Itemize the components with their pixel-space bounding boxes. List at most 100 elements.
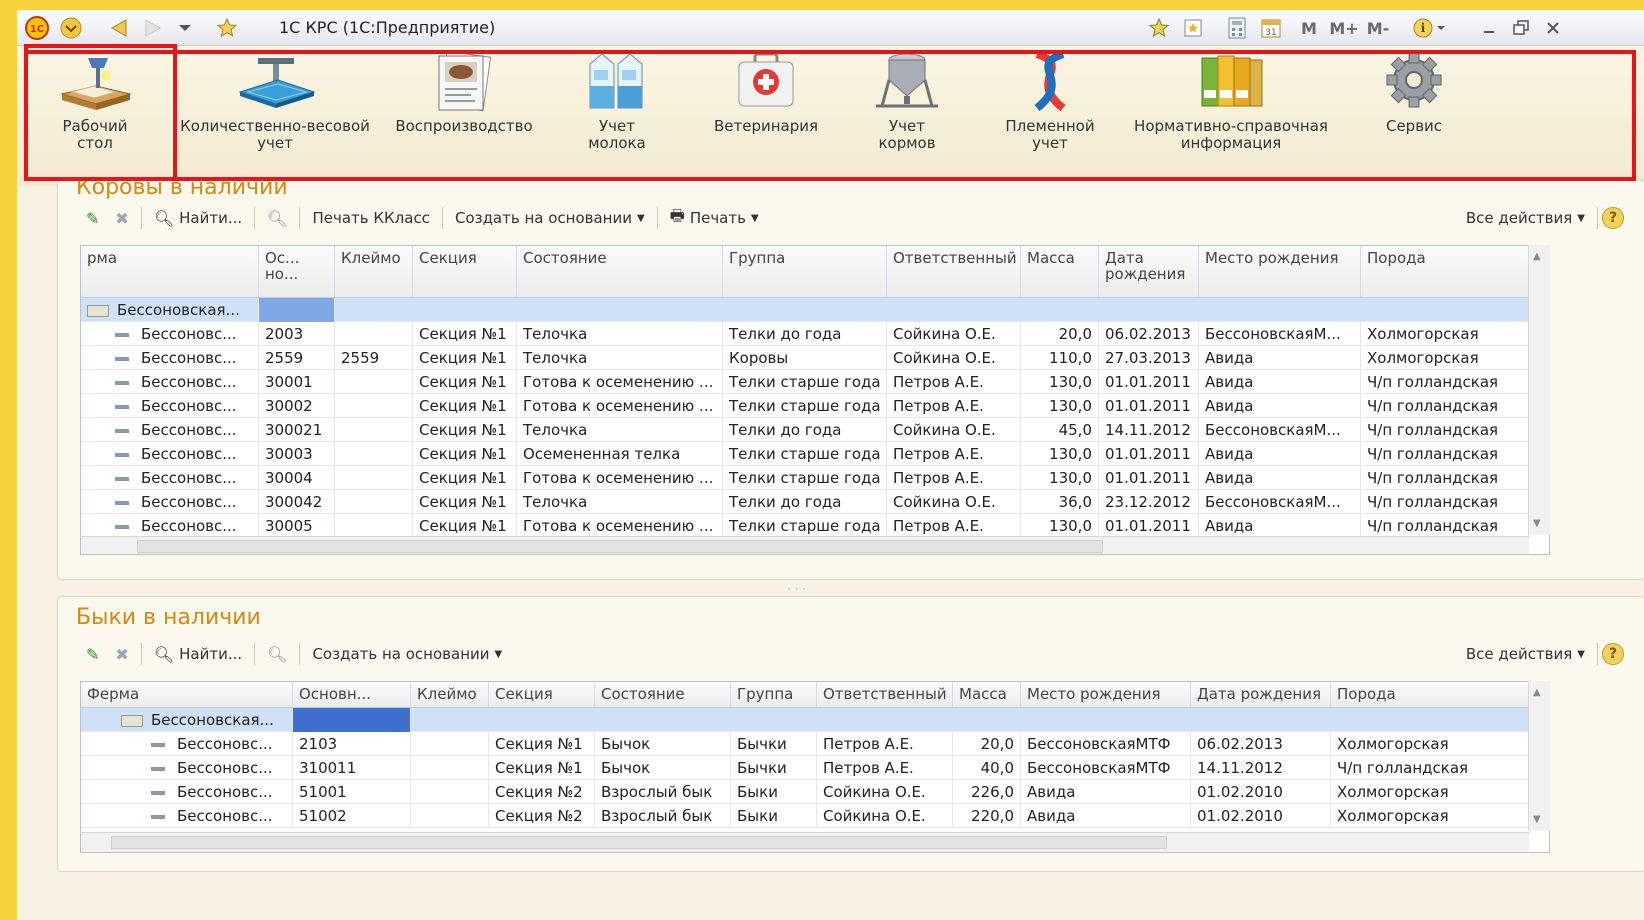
help-icon[interactable]: ? <box>1602 643 1624 665</box>
col-state[interactable]: Состояние <box>595 682 731 707</box>
calculator-icon[interactable] <box>1223 15 1251 41</box>
cancel-search-button[interactable]: 🔍︎ <box>259 204 295 232</box>
cell-text: Телки старше года <box>729 445 881 463</box>
table-row[interactable]: Бессоновс... 300021 Секция №1 Телочка Телки … <box>81 418 1529 442</box>
delete-button[interactable]: ✖ <box>107 204 136 232</box>
cell-text: Ч/п голландская <box>1367 445 1499 463</box>
col-birthplace[interactable]: Место рождения <box>1199 246 1361 297</box>
cell-text: Бессоновс... <box>141 421 237 439</box>
splitter-handle[interactable]: · · · <box>787 582 806 596</box>
edit-button[interactable]: ✎ <box>78 640 107 668</box>
info-icon[interactable]: i <box>1409 15 1449 41</box>
col-brand[interactable]: Клеймо <box>335 246 413 297</box>
delete-button[interactable]: ✖ <box>107 640 136 668</box>
col-mass[interactable]: Масса <box>953 682 1021 707</box>
col-basic-number[interactable]: Ос... но... <box>259 246 335 297</box>
print-button[interactable]: 🖶 Печать ▼ <box>662 204 767 232</box>
col-state[interactable]: Состояние <box>517 246 723 297</box>
col-section[interactable]: Секция <box>413 246 517 297</box>
edit-button[interactable]: ✎ <box>78 204 107 232</box>
create-based-button[interactable]: Создать на основании ▼ <box>304 640 510 668</box>
col-group[interactable]: Группа <box>731 682 817 707</box>
cell-text: 45,0 <box>1058 421 1092 439</box>
table-row[interactable]: Бессоновс... 2559 2559 Секция №1 Телочка Коро… <box>81 346 1529 370</box>
menu-dropdown-icon[interactable] <box>57 15 85 41</box>
help-icon[interactable]: ? <box>1602 207 1624 229</box>
table-row[interactable]: Бессоновс... 30003 Секция №1 Осемененная те… <box>81 442 1529 466</box>
selected-cell[interactable] <box>293 708 411 732</box>
table-row[interactable]: Бессоновс... 51001 Секция №2 Взрослый бык Бы… <box>81 780 1529 804</box>
cows-horizontal-scrollbar[interactable] <box>81 536 1529 554</box>
col-birthplace[interactable]: Место рождения <box>1021 682 1191 707</box>
calendar-icon[interactable]: 31 <box>1257 15 1285 41</box>
col-farm[interactable]: рма <box>81 246 259 297</box>
col-birth-date[interactable]: Дата рождения <box>1099 246 1199 297</box>
table-row[interactable]: Бессоновс... 30005 Секция №1 Готова к осеме… <box>81 514 1529 538</box>
scroll-down-icon[interactable]: ▼ <box>1533 814 1541 825</box>
scroll-down-icon[interactable]: ▼ <box>1533 518 1541 529</box>
print-kclass-button[interactable]: Печать ККласс <box>304 204 437 232</box>
col-mass[interactable]: Масса <box>1021 246 1099 297</box>
minimize-icon[interactable] <box>1477 15 1501 41</box>
toolbar-separator <box>299 643 301 665</box>
cell-text: Бессоновс... <box>177 807 273 825</box>
cell-text: 51001 <box>299 783 347 801</box>
favorites-star-icon[interactable] <box>213 15 241 41</box>
add-favorite-icon[interactable] <box>1145 15 1173 41</box>
find-button[interactable]: 🔍︎ Найти... <box>146 640 250 668</box>
scroll-up-icon[interactable]: ▲ <box>1533 251 1541 262</box>
col-basic-number[interactable]: Основн... <box>293 682 411 707</box>
all-actions-button[interactable]: Все действия ▼ <box>1458 204 1593 232</box>
table-row[interactable]: Бессоновс... 30002 Секция №1 Готова к осеме… <box>81 394 1529 418</box>
cell-text: 20,0 <box>1058 325 1092 343</box>
col-farm[interactable]: Ферма <box>81 682 293 707</box>
restore-icon[interactable] <box>1509 15 1533 41</box>
group-row[interactable]: Бессоновская... <box>81 298 1529 322</box>
bulls-vertical-scrollbar[interactable]: ▲ ▼ <box>1528 681 1550 831</box>
bulls-table[interactable]: Ферма Основн... Клеймо Секция Состояние … <box>80 681 1550 853</box>
table-cell <box>411 732 489 756</box>
table-row[interactable]: Бессоновс... 30004 Секция №1 Готова к осеме… <box>81 466 1529 490</box>
memory-m-button[interactable]: M <box>1295 15 1323 41</box>
scroll-thumb[interactable] <box>111 836 1167 849</box>
close-icon[interactable] <box>1541 15 1565 41</box>
col-group[interactable]: Группа <box>723 246 887 297</box>
cell-text: Секция №1 <box>419 493 507 511</box>
scroll-thumb[interactable] <box>137 540 1103 553</box>
table-row[interactable]: Бессоновс... 2103 Секция №1 Бычок Бычки Петро… <box>81 732 1529 756</box>
cows-table[interactable]: рма Ос... но... Клеймо Секция Состояние … <box>80 245 1550 555</box>
col-birth-date[interactable]: Дата рождения <box>1191 682 1331 707</box>
app-logo-icon[interactable]: 1С <box>23 15 51 41</box>
cell-text: 2003 <box>265 325 304 343</box>
table-cell: Бычок <box>595 756 731 780</box>
table-cell: 130,0 <box>1021 514 1099 538</box>
col-responsible[interactable]: Ответственный <box>887 246 1021 297</box>
all-actions-button[interactable]: Все действия ▼ <box>1458 640 1593 668</box>
col-breed[interactable]: Порода <box>1361 246 1529 297</box>
table-row[interactable]: Бессоновс... 51002 Секция №2 Взрослый бык Бы… <box>81 804 1529 828</box>
table-row[interactable]: Бессоновс... 300042 Секция №1 Телочка Телки … <box>81 490 1529 514</box>
table-row[interactable]: Бессоновс... 310011 Секция №1 Бычок Бычки Пет… <box>81 756 1529 780</box>
group-row[interactable]: Бессоновская... <box>81 708 1529 732</box>
find-button[interactable]: 🔍︎ Найти... <box>146 204 250 232</box>
memory-m-minus-button[interactable]: M- <box>1361 15 1395 41</box>
cows-vertical-scrollbar[interactable]: ▲ ▼ <box>1528 245 1550 535</box>
bulls-horizontal-scrollbar[interactable] <box>81 832 1529 852</box>
toolbar-separator <box>140 207 142 229</box>
cancel-search-button[interactable]: 🔍︎ <box>259 640 295 668</box>
table-row[interactable]: Бессоновс... 2003 Секция №1 Телочка Телки до… <box>81 322 1529 346</box>
col-brand[interactable]: Клеймо <box>411 682 489 707</box>
scroll-up-icon[interactable]: ▲ <box>1533 687 1541 698</box>
history-dropdown-icon[interactable] <box>175 15 195 41</box>
selected-cell[interactable] <box>259 298 335 322</box>
bookmark-icon[interactable] <box>1179 15 1207 41</box>
back-arrow-icon[interactable] <box>105 15 133 41</box>
forward-arrow-icon[interactable] <box>139 15 167 41</box>
col-section[interactable]: Секция <box>489 682 595 707</box>
table-row[interactable]: Бессоновс... 30001 Секция №1 Готова к осеме… <box>81 370 1529 394</box>
create-based-button[interactable]: Создать на основании ▼ <box>447 204 653 232</box>
col-breed[interactable]: Порода <box>1331 682 1529 707</box>
item-icon <box>151 814 165 819</box>
memory-m-plus-button[interactable]: M+ <box>1327 15 1361 41</box>
col-responsible[interactable]: Ответственный <box>817 682 953 707</box>
